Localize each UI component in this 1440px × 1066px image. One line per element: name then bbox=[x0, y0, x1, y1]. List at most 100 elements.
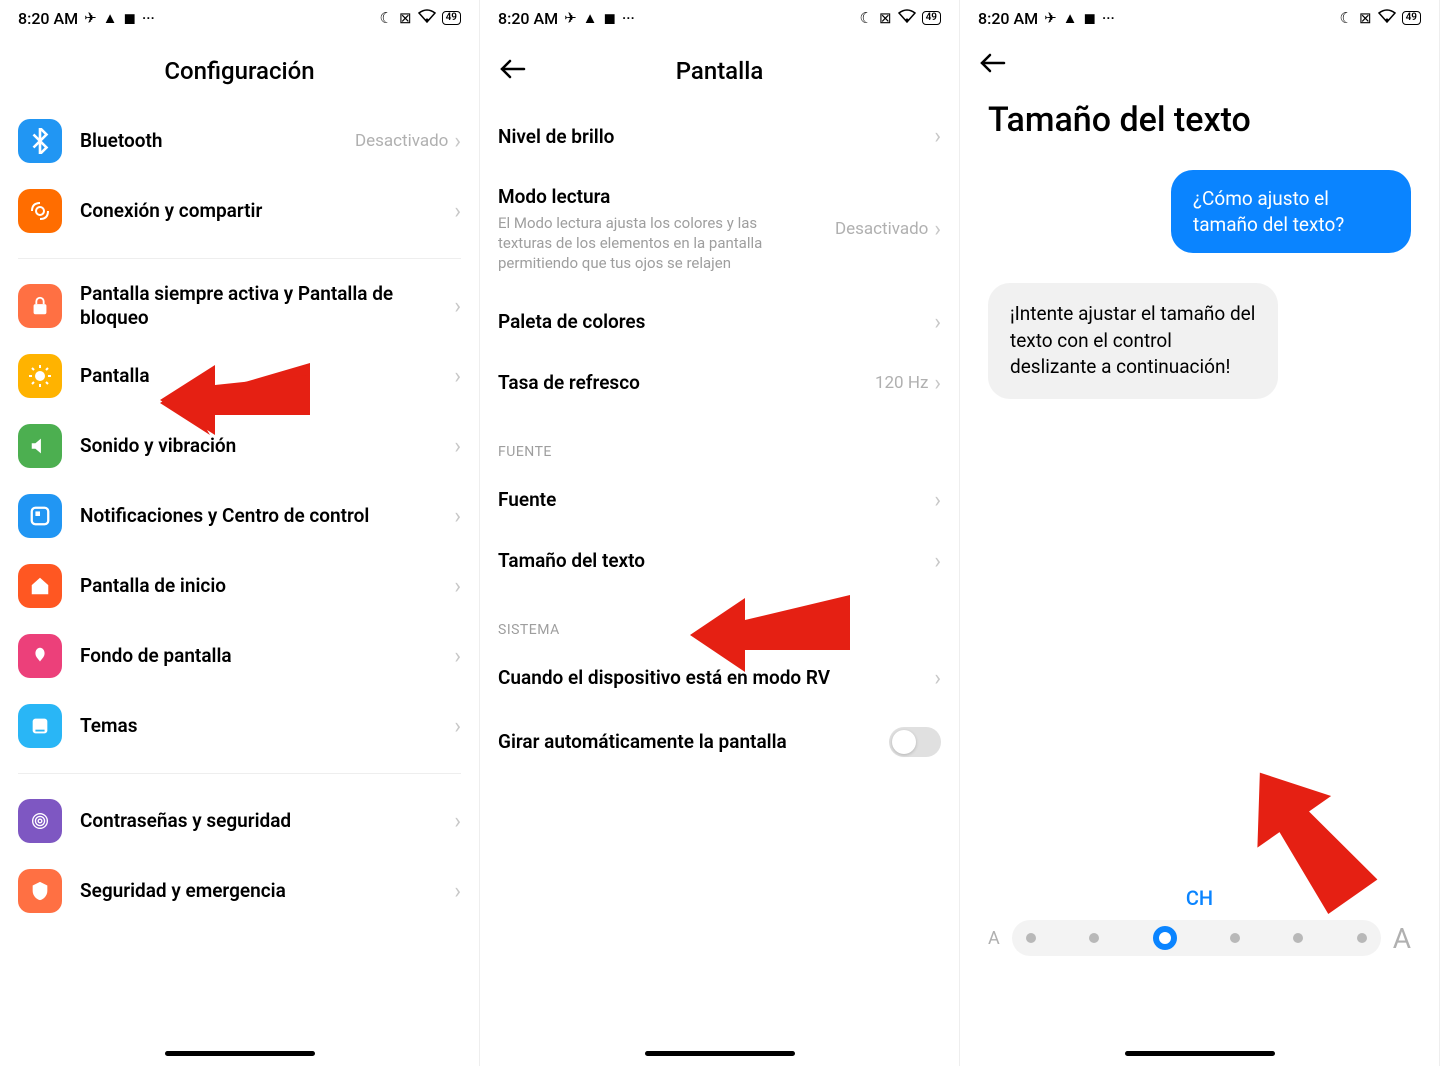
chevron-right-icon: › bbox=[934, 549, 941, 574]
chat-bubble-answer: ¡Intente ajustar el tamaño del texto con… bbox=[988, 283, 1278, 399]
row-notifications[interactable]: Notificaciones y Centro de control › bbox=[18, 481, 461, 551]
row-passwords[interactable]: Contraseñas y seguridad › bbox=[18, 786, 461, 856]
chevron-right-icon: › bbox=[454, 199, 461, 224]
connection-icon bbox=[18, 189, 62, 233]
more-icon: ··· bbox=[1102, 9, 1115, 27]
row-text-size[interactable]: Tamaño del texto › bbox=[480, 531, 959, 592]
lock-icon bbox=[18, 284, 62, 328]
row-safety[interactable]: Seguridad y emergencia › bbox=[18, 856, 461, 926]
row-label: Seguridad y emergencia bbox=[80, 879, 454, 903]
status-time: 8:20 AM bbox=[498, 9, 558, 28]
row-label: Conexión y compartir bbox=[80, 199, 454, 223]
status-time: 8:20 AM bbox=[18, 9, 78, 28]
header: Pantalla bbox=[480, 36, 959, 106]
chevron-right-icon: › bbox=[454, 809, 461, 834]
row-color-palette[interactable]: Paleta de colores › bbox=[480, 292, 959, 353]
chevron-right-icon: › bbox=[934, 371, 941, 396]
battery-icon: 49 bbox=[922, 11, 941, 25]
section-header-system: SISTEMA bbox=[480, 592, 959, 648]
bluetooth-icon bbox=[18, 119, 62, 163]
divider bbox=[18, 258, 461, 259]
letter-big-icon: A bbox=[1393, 922, 1411, 955]
chevron-right-icon: › bbox=[934, 488, 941, 513]
row-themes[interactable]: Temas › bbox=[18, 691, 461, 761]
control-center-icon bbox=[18, 494, 62, 538]
chat-bubble-question: ¿Cómo ajusto el tamaño del texto? bbox=[1171, 170, 1411, 253]
divider bbox=[18, 773, 461, 774]
status-time: 8:20 AM bbox=[978, 9, 1038, 28]
status-bar: 8:20 AM ✈ ▲ ◼ ··· ☾ ⊠ 49 bbox=[0, 0, 479, 36]
row-label: Nivel de brillo bbox=[498, 125, 934, 149]
moon-icon: ☾ bbox=[860, 9, 873, 27]
home-indicator[interactable] bbox=[165, 1051, 315, 1056]
shield-icon bbox=[18, 869, 62, 913]
text-size-slider-area: CH A A bbox=[960, 886, 1439, 956]
home-indicator[interactable] bbox=[645, 1051, 795, 1056]
row-display[interactable]: Pantalla › bbox=[18, 341, 461, 411]
header: Configuración bbox=[0, 36, 479, 106]
row-font[interactable]: Fuente › bbox=[480, 470, 959, 531]
status-bar: 8:20 AM ✈ ▲ ◼ ··· ☾ ⊠ 49 bbox=[960, 0, 1439, 36]
sun-icon bbox=[18, 354, 62, 398]
row-label: Tamaño del texto bbox=[498, 549, 934, 573]
row-auto-rotate[interactable]: Girar automáticamente la pantalla bbox=[480, 709, 959, 775]
text-size-slider[interactable]: A A bbox=[988, 920, 1411, 956]
row-label: Modo lectura bbox=[498, 185, 835, 209]
row-label: Girar automáticamente la pantalla bbox=[498, 730, 889, 754]
row-bluetooth[interactable]: Bluetooth Desactivado › bbox=[18, 106, 461, 176]
status-bar: 8:20 AM ✈ ▲ ◼ ··· ☾ ⊠ 49 bbox=[480, 0, 959, 36]
row-connection[interactable]: Conexión y compartir › bbox=[18, 176, 461, 246]
wifi-icon bbox=[898, 9, 916, 27]
chevron-right-icon: › bbox=[454, 434, 461, 459]
row-label: Pantalla bbox=[80, 364, 454, 388]
page-title: Configuración bbox=[164, 57, 314, 85]
row-sound[interactable]: Sonido y vibración › bbox=[18, 411, 461, 481]
back-button[interactable] bbox=[500, 56, 526, 86]
cloud-icon: ▲ bbox=[103, 9, 118, 27]
chevron-right-icon: › bbox=[934, 217, 941, 242]
moon-icon: ☾ bbox=[380, 9, 393, 27]
screen-settings: 8:20 AM ✈ ▲ ◼ ··· ☾ ⊠ 49 Configuración B… bbox=[0, 0, 480, 1066]
app-icon: ◼ bbox=[604, 9, 616, 27]
themes-icon bbox=[18, 704, 62, 748]
row-vr-mode[interactable]: Cuando el dispositivo está en modo RV › bbox=[480, 648, 959, 709]
row-brightness[interactable]: Nivel de brillo › bbox=[480, 106, 959, 167]
speaker-icon bbox=[18, 424, 62, 468]
cloud-icon: ▲ bbox=[1063, 9, 1078, 27]
slider-thumb[interactable] bbox=[1153, 926, 1177, 950]
vibrate-icon: ⊠ bbox=[879, 9, 892, 27]
row-wallpaper[interactable]: Fondo de pantalla › bbox=[18, 621, 461, 691]
slider-tick bbox=[1026, 933, 1036, 943]
row-home-screen[interactable]: Pantalla de inicio › bbox=[18, 551, 461, 621]
row-label: Tasa de refresco bbox=[498, 371, 875, 395]
row-reading-mode[interactable]: Modo lectura El Modo lectura ajusta los … bbox=[480, 167, 959, 292]
slider-tick bbox=[1230, 933, 1240, 943]
app-icon: ◼ bbox=[1084, 9, 1096, 27]
row-value: 120 Hz bbox=[875, 373, 928, 393]
chevron-right-icon: › bbox=[454, 644, 461, 669]
home-indicator[interactable] bbox=[1125, 1051, 1275, 1056]
back-button[interactable] bbox=[980, 50, 1419, 80]
chevron-right-icon: › bbox=[454, 714, 461, 739]
slider-tick bbox=[1357, 933, 1367, 943]
row-label: Sonido y vibración bbox=[80, 434, 454, 458]
letter-small-icon: A bbox=[988, 928, 1000, 949]
auto-rotate-toggle[interactable] bbox=[889, 727, 941, 757]
chevron-right-icon: › bbox=[454, 504, 461, 529]
row-aod-lockscreen[interactable]: Pantalla siempre activa y Pantalla de bl… bbox=[18, 271, 461, 341]
home-icon bbox=[18, 564, 62, 608]
row-label: Cuando el dispositivo está en modo RV bbox=[498, 666, 934, 690]
slider-tick bbox=[1089, 933, 1099, 943]
more-icon: ··· bbox=[622, 9, 635, 27]
slider-track[interactable] bbox=[1012, 920, 1381, 956]
chevron-right-icon: › bbox=[934, 124, 941, 149]
slider-indicator-label: CH bbox=[988, 886, 1411, 910]
more-icon: ··· bbox=[142, 9, 155, 27]
screen-display: 8:20 AM ✈ ▲ ◼ ··· ☾ ⊠ 49 Pantalla Nivel … bbox=[480, 0, 960, 1066]
page-title: Pantalla bbox=[676, 57, 764, 85]
chevron-right-icon: › bbox=[454, 294, 461, 319]
wallpaper-icon bbox=[18, 634, 62, 678]
slider-tick bbox=[1293, 933, 1303, 943]
row-refresh-rate[interactable]: Tasa de refresco 120 Hz › bbox=[480, 353, 959, 414]
row-label: Bluetooth bbox=[80, 129, 355, 153]
